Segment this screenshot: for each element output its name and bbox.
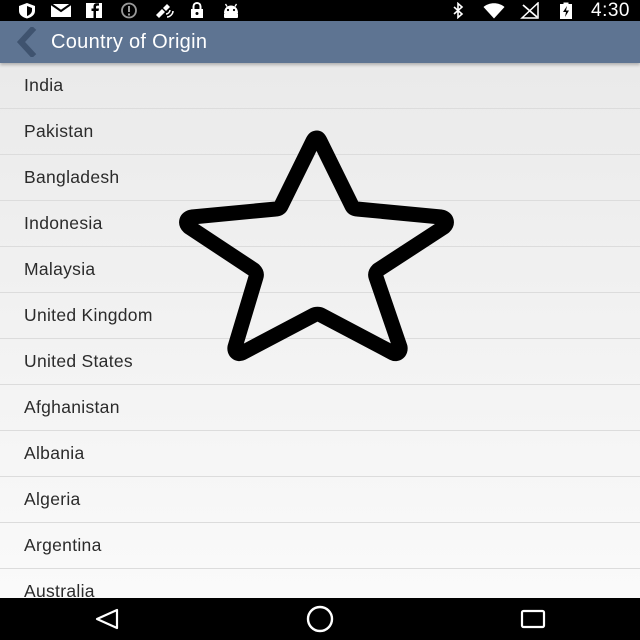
facebook-icon [84, 2, 106, 19]
home-circle-icon [306, 605, 334, 633]
navigation-bar [0, 598, 640, 640]
no-signal-icon [519, 2, 541, 19]
status-clock: 4:30 [591, 0, 630, 21]
status-right-icons: 4:30 [447, 0, 630, 21]
list-item[interactable]: United Kingdom [0, 293, 640, 339]
nav-home-button[interactable] [280, 598, 360, 640]
list-item-label: United States [24, 351, 133, 371]
list-item[interactable]: Pakistan [0, 109, 640, 155]
list-item[interactable]: Argentina [0, 523, 640, 569]
back-triangle-icon [95, 608, 118, 630]
action-bar: Country of Origin [0, 21, 640, 63]
list-item-label: Afghanistan [24, 397, 120, 417]
chevron-left-icon [16, 27, 37, 57]
list-item-label: Argentina [24, 535, 102, 555]
wifi-icon [483, 2, 505, 19]
nav-recents-button[interactable] [493, 598, 573, 640]
list-item[interactable]: Malaysia [0, 247, 640, 293]
list-item[interactable]: Afghanistan [0, 385, 640, 431]
list-item-label: Pakistan [24, 121, 94, 141]
bluetooth-icon [447, 2, 469, 19]
page-title: Country of Origin [51, 30, 208, 53]
list-item-label: Indonesia [24, 213, 103, 233]
list-item-label: United Kingdom [24, 305, 153, 325]
screen: 4:30 Country of Origin India Pakistan Ba… [0, 0, 640, 640]
list-item[interactable]: Indonesia [0, 201, 640, 247]
list-item[interactable]: Bangladesh [0, 155, 640, 201]
status-left-icons [16, 0, 242, 21]
mail-icon [50, 2, 72, 19]
nav-back-button[interactable] [67, 598, 147, 640]
list-item[interactable]: Algeria [0, 477, 640, 523]
back-button[interactable] [6, 21, 46, 63]
list-item-label: Algeria [24, 489, 81, 509]
satellite-icon [152, 2, 174, 19]
battery-charging-icon [555, 2, 577, 19]
list-item-label: Australia [24, 581, 95, 598]
lock-icon [186, 2, 208, 19]
shield-icon [16, 2, 38, 19]
list-item-label: India [24, 75, 64, 95]
list-item[interactable]: United States [0, 339, 640, 385]
list-item-label: Malaysia [24, 259, 96, 279]
list-item-label: Albania [24, 443, 85, 463]
recents-square-icon [521, 609, 546, 629]
list-item[interactable]: India [0, 63, 640, 109]
list-item[interactable]: Australia [0, 569, 640, 598]
info-icon [118, 2, 140, 19]
status-bar: 4:30 [0, 0, 640, 21]
list-item-label: Bangladesh [24, 167, 120, 187]
list-item[interactable]: Albania [0, 431, 640, 477]
android-icon [220, 2, 242, 19]
country-list[interactable]: India Pakistan Bangladesh Indonesia Mala… [0, 63, 640, 598]
